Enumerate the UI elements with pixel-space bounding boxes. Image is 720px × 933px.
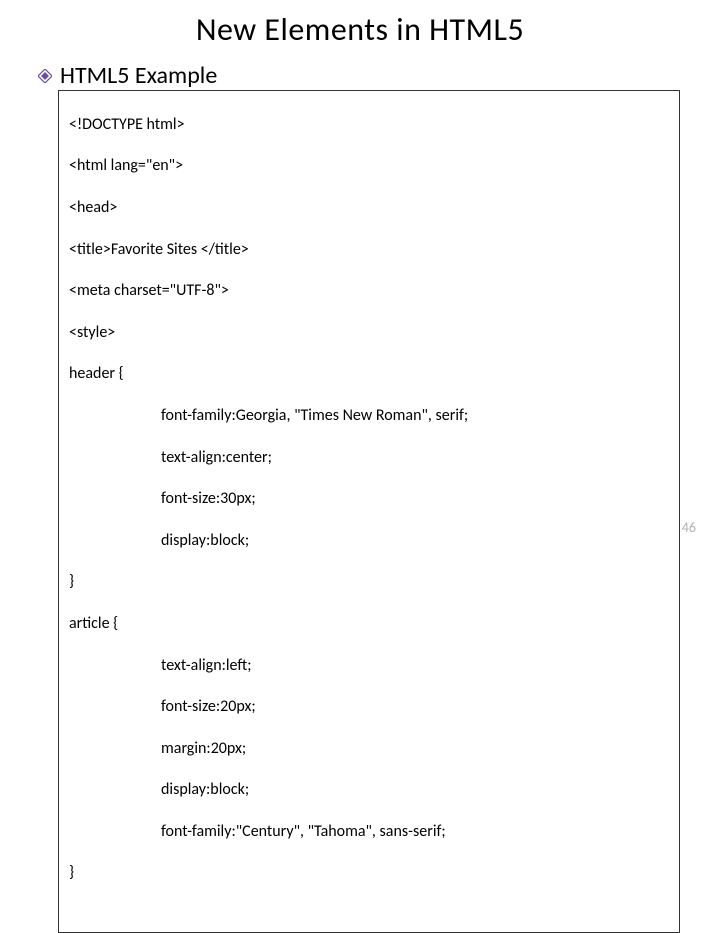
code-line: margin:20px; bbox=[69, 739, 669, 760]
code-line: display:block; bbox=[69, 780, 669, 801]
code-line: } bbox=[69, 863, 669, 884]
code-line: font-family:Georgia, "Times New Roman", … bbox=[69, 406, 669, 427]
code-line: <head> bbox=[69, 198, 669, 219]
code-line: <!DOCTYPE html> bbox=[69, 115, 669, 136]
code-box: <!DOCTYPE html> <html lang="en"> <head> … bbox=[58, 90, 680, 933]
slide-title: New Elements in HTML5 bbox=[0, 10, 720, 49]
slide-subtitle: HTML5 Example bbox=[60, 61, 217, 90]
code-line: <title>Favorite Sites </title> bbox=[69, 240, 669, 261]
code-line: display:block; bbox=[69, 531, 669, 552]
code-line: header { bbox=[69, 364, 669, 385]
code-line: font-size:30px; bbox=[69, 489, 669, 510]
code-line: <meta charset="UTF-8"> bbox=[69, 281, 669, 302]
code-line: <html lang="en"> bbox=[69, 156, 669, 177]
code-line: text-align:center; bbox=[69, 448, 669, 469]
code-line: <style> bbox=[69, 323, 669, 344]
code-line: font-family:"Century", "Tahoma", sans-se… bbox=[69, 822, 669, 843]
slide-body: HTML5 Example <!DOCTYPE html> <html lang… bbox=[38, 61, 682, 933]
code-line: article { bbox=[69, 614, 669, 635]
diamond-bullet-icon bbox=[38, 69, 52, 83]
code-line: } bbox=[69, 572, 669, 593]
code-line: text-align:left; bbox=[69, 656, 669, 677]
bullet-row: HTML5 Example bbox=[38, 61, 682, 90]
page-number: 46 bbox=[682, 519, 696, 536]
code-line: font-size:20px; bbox=[69, 697, 669, 718]
